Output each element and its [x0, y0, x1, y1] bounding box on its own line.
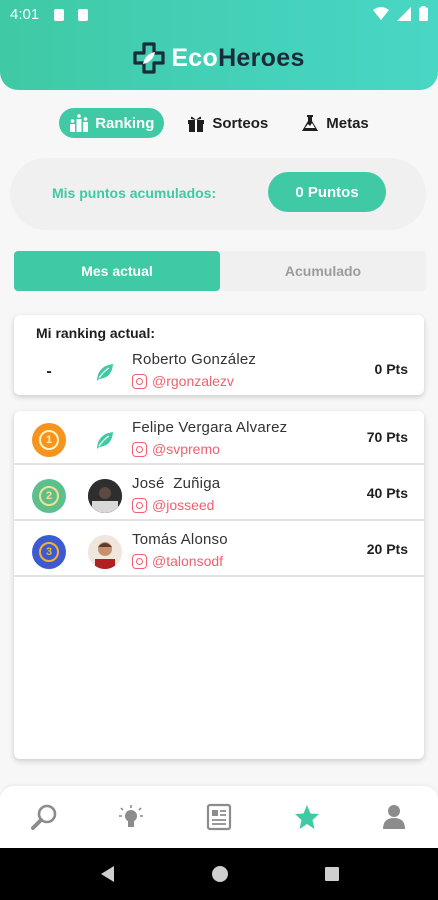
medal-gold-icon: 1 — [32, 423, 66, 457]
tab-sorteos-label: Sorteos — [212, 114, 269, 132]
tab-acumulado[interactable]: Acumulado — [220, 251, 426, 291]
logo-heroes: Heroes — [218, 43, 305, 72]
ranking-row[interactable]: 3 Tomás Alonso @talonsodf 20 Pts — [14, 523, 424, 579]
my-ranking-title: Mi ranking actual: — [36, 325, 156, 341]
tab-ranking-label: Ranking — [95, 114, 155, 132]
back-icon[interactable] — [98, 864, 116, 884]
flask-icon — [302, 115, 319, 131]
user-icon — [383, 805, 406, 829]
sim-icon — [78, 9, 88, 21]
instagram-icon — [132, 553, 147, 569]
handle-text: @talonsodf — [152, 553, 224, 569]
period-toggle: Mes actual Acumulado — [14, 251, 426, 291]
avatar — [88, 535, 122, 569]
medal-bronze-icon: 3 — [32, 535, 66, 569]
ranking-points: 20 Pts — [366, 541, 408, 557]
home-icon[interactable] — [211, 865, 229, 883]
handle-text: @josseed — [152, 497, 215, 513]
app-logo: EcoHeroes — [0, 42, 438, 74]
points-card: Mis puntos acumulados: 0 Puntos — [10, 158, 426, 230]
logo-eco: Eco — [171, 43, 219, 72]
divider — [14, 519, 424, 521]
wifi-icon — [373, 6, 389, 20]
podium-icon — [70, 114, 89, 132]
my-ranking-handle[interactable]: @rgonzalezv — [132, 373, 234, 389]
ranking-handle[interactable]: @svpremo — [132, 441, 220, 457]
points-value-badge[interactable]: 0 Puntos — [268, 172, 386, 212]
nav-search[interactable] — [0, 786, 88, 848]
nav-news[interactable] — [175, 786, 263, 848]
ranking-name: Felipe Vergara Alvarez — [132, 419, 288, 436]
medal-number: 3 — [39, 542, 59, 562]
battery-icon — [419, 6, 428, 21]
tab-sorteos[interactable]: Sorteos — [176, 108, 278, 138]
handle-text: @svpremo — [152, 441, 220, 457]
leaf-avatar-icon — [88, 355, 122, 389]
star-icon — [294, 805, 319, 829]
ranking-handle[interactable]: @josseed — [132, 497, 214, 513]
my-ranking-points: 0 Pts — [374, 361, 408, 377]
ranking-list: 1 Felipe Vergara Alvarez @svpremo 70 Pts… — [14, 411, 424, 759]
status-time: 4:01 — [10, 6, 40, 23]
medal-silver-icon: 2 — [32, 479, 66, 513]
points-label: Mis puntos acumulados: — [52, 185, 217, 201]
divider — [14, 575, 424, 577]
ranking-handle[interactable]: @talonsodf — [132, 553, 223, 569]
medal-number: 2 — [39, 486, 59, 506]
instagram-icon — [132, 373, 147, 389]
eco-cross-icon — [133, 42, 165, 74]
status-icons — [373, 6, 428, 21]
ranking-name: José Zuñiga — [132, 475, 221, 492]
app-header: 4:01 EcoHeroes — [0, 0, 438, 90]
ranking-name: Tomás Alonso — [132, 531, 228, 548]
ranking-points: 70 Pts — [366, 429, 408, 445]
top-tabs: Ranking Sorteos Metas — [0, 108, 438, 138]
medal-number: 1 — [39, 430, 59, 450]
signal-icon — [397, 6, 411, 21]
divider — [14, 463, 424, 465]
avatar — [88, 479, 122, 513]
my-ranking-name: Roberto González — [132, 351, 257, 368]
ranking-row[interactable]: 2 José Zuñiga @josseed 40 Pts — [14, 467, 424, 523]
my-ranking-row[interactable]: - Roberto González @rgonzalezv 0 Pts — [14, 343, 424, 399]
nav-profile[interactable] — [350, 786, 438, 848]
tab-ranking[interactable]: Ranking — [59, 108, 165, 138]
gift-icon — [188, 116, 205, 132]
bottom-nav — [0, 786, 438, 848]
nav-ranking[interactable] — [263, 786, 351, 848]
recents-icon[interactable] — [324, 866, 340, 882]
instagram-icon — [132, 441, 147, 457]
my-rank-position: - — [46, 363, 52, 380]
instagram-icon — [132, 497, 147, 513]
notification-icon — [54, 9, 64, 21]
my-ranking-card: Mi ranking actual: - Roberto González @r… — [14, 315, 424, 395]
nav-tips[interactable] — [88, 786, 176, 848]
tab-metas[interactable]: Metas — [290, 108, 379, 138]
status-bar: 4:01 — [0, 0, 438, 30]
search-icon — [30, 804, 57, 830]
system-nav-bar — [0, 848, 438, 900]
handle-text: @rgonzalezv — [152, 373, 234, 389]
ranking-row[interactable]: 1 Felipe Vergara Alvarez @svpremo 70 Pts — [14, 411, 424, 467]
tab-metas-label: Metas — [326, 114, 369, 132]
tab-mes-actual[interactable]: Mes actual — [14, 251, 220, 291]
news-icon — [206, 803, 232, 831]
ranking-points: 40 Pts — [366, 485, 408, 501]
lightbulb-icon — [119, 805, 144, 827]
logo-text: EcoHeroes — [171, 44, 304, 73]
leaf-avatar-icon — [88, 423, 122, 457]
